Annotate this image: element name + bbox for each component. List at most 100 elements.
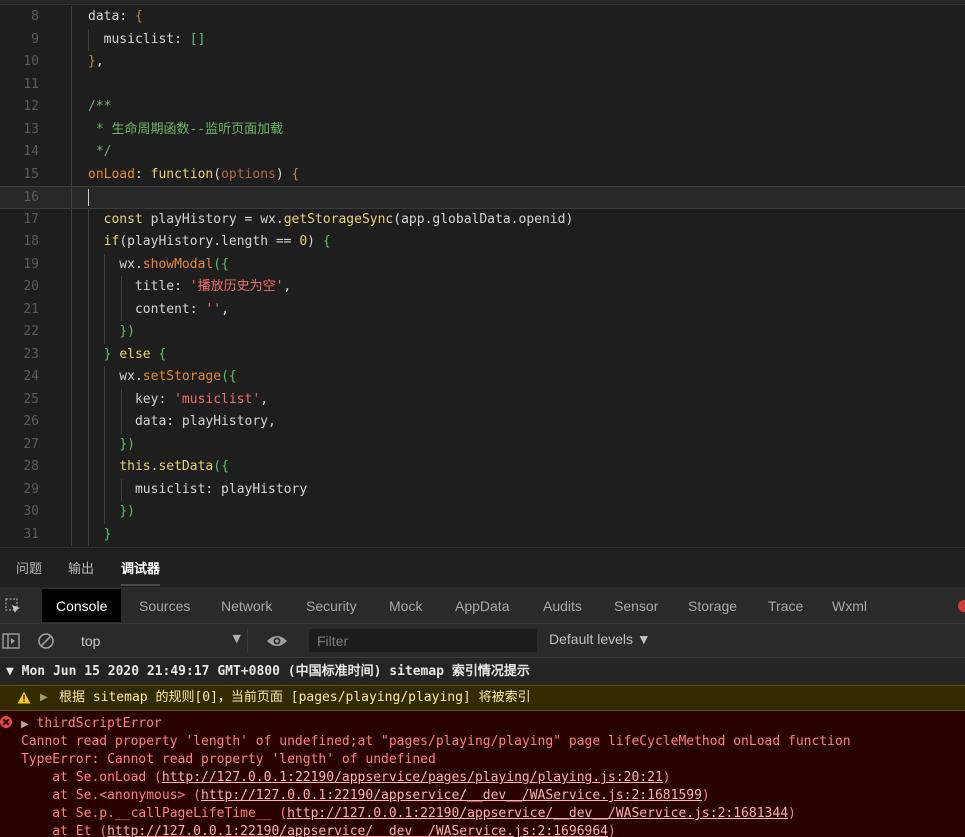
code-line[interactable]: 22 }) <box>0 321 965 344</box>
stack-frame: at Se.onLoad (http://127.0.0.1:22190/app… <box>21 769 670 787</box>
code-line[interactable]: 24 wx.setStorage({ <box>0 366 965 389</box>
code-editor[interactable]: 8 data: {9 musiclist: [] 10}, 11 12/** 13 * 生… <box>0 0 965 547</box>
expand-arrow-icon[interactable]: ▶ <box>40 686 48 710</box>
stack-frame-link[interactable]: http://127.0.0.1:22190/appservice/__dev_… <box>201 788 702 803</box>
line-number: 11 <box>23 76 39 92</box>
console-error-block[interactable]: ▶ thirdScriptError Cannot read property … <box>0 711 965 837</box>
code-line[interactable]: 14 */ <box>0 141 965 164</box>
code-token: ) <box>307 234 323 249</box>
code-token: */ <box>88 144 112 159</box>
code-line[interactable]: 9 musiclist: [] <box>0 28 965 51</box>
code-text: */ <box>88 141 112 164</box>
code-token: , <box>283 279 292 294</box>
indent-guide <box>71 208 72 231</box>
tab-security[interactable]: Security <box>292 589 371 622</box>
log-levels-dropdown[interactable]: Default levels ▼ <box>549 631 651 647</box>
code-line[interactable]: 10}, <box>0 51 965 74</box>
code-line[interactable]: 19 wx.showModal({ <box>0 253 965 276</box>
context-value: top <box>81 633 101 649</box>
expand-arrow-icon[interactable]: ▶ <box>21 719 29 730</box>
tab-debugger[interactable]: 调试器 <box>121 548 161 586</box>
code-token: }) <box>119 436 135 452</box>
code-token: [] <box>189 31 206 47</box>
tab-sensor[interactable]: Sensor <box>600 589 672 622</box>
tab-problems[interactable]: 问题 <box>16 548 42 586</box>
console-warning-row[interactable]: ▶ 根据 sitemap 的规则[0]，当前页面 [pages/playing/… <box>0 685 965 711</box>
error-title: thirdScriptError <box>36 716 162 731</box>
indent-guide <box>71 321 72 344</box>
code-line[interactable]: 30 }) <box>0 501 965 524</box>
code-token: musiclist: <box>88 31 190 47</box>
code-text: }) <box>88 321 135 344</box>
code-text: const playHistory = wx.getStorageSync(ap… <box>88 209 574 232</box>
tab-storage[interactable]: Storage <box>674 589 751 622</box>
tab-network[interactable]: Network <box>207 589 286 622</box>
line-number: 24 <box>23 369 39 384</box>
tab-trace[interactable]: Trace <box>754 589 817 622</box>
code-line[interactable]: 31 } <box>0 523 965 546</box>
stack-frame-link[interactable]: http://127.0.0.1:22190/appservice/pages/… <box>162 770 663 785</box>
code-line[interactable]: 26 data: playHistory, <box>0 411 965 434</box>
code-line[interactable]: 23 } else { <box>0 343 965 366</box>
toggle-sidebar-icon[interactable] <box>2 632 20 650</box>
tab-output[interactable]: 输出 <box>68 548 94 586</box>
tab-console[interactable]: Console <box>42 589 122 622</box>
stack-frame-link[interactable]: http://127.0.0.1:22190/appservice/__dev_… <box>107 824 608 837</box>
line-number: 16 <box>23 190 39 205</box>
code-line[interactable]: 11 <box>0 73 965 96</box>
code-line[interactable]: 17 const playHistory = wx.getStorageSync… <box>0 208 965 232</box>
code-token: ({ <box>213 256 229 272</box>
filter-input[interactable] <box>308 628 538 653</box>
tab-appdata[interactable]: AppData <box>441 589 523 622</box>
code-line[interactable]: 16 <box>0 186 965 209</box>
code-line[interactable]: 27 }) <box>0 433 965 456</box>
line-number: 8 <box>31 9 39 24</box>
code-line[interactable]: 29 musiclist: playHistory <box>0 478 965 501</box>
code-line[interactable]: 28 this.setData({ <box>0 456 965 479</box>
code-line[interactable]: 8 data: { <box>0 6 965 29</box>
code-line[interactable]: 20 title: '播放历史为空', <box>0 276 965 299</box>
code-token: } <box>88 54 96 69</box>
clear-console-icon[interactable] <box>37 632 55 650</box>
code-token: ({ <box>221 369 237 384</box>
text-cursor <box>88 189 89 206</box>
code-token: , <box>95 54 104 69</box>
code-line[interactable]: 15 onLoad: function(options) { <box>0 163 965 187</box>
tab-wxml[interactable]: Wxml <box>818 589 881 622</box>
tab-mock[interactable]: Mock <box>375 589 436 622</box>
indent-guide <box>71 6 72 29</box>
code-token: getStorageSync <box>283 211 394 227</box>
code-text: this.setData({ <box>88 456 229 479</box>
context-selector[interactable]: top ▼ <box>70 629 248 653</box>
code-text: onLoad: function(options) { <box>88 164 299 187</box>
code-text: * 生命周期函数--监听页面加载 <box>88 119 283 142</box>
tab-sources[interactable]: Sources <box>125 589 204 622</box>
live-expression-eye-icon[interactable] <box>266 633 288 649</box>
code-text: wx.setStorage({ <box>88 366 237 389</box>
error-title-row[interactable]: ▶ thirdScriptError <box>21 715 162 733</box>
code-text: if(playHistory.length == 0) { <box>88 231 331 254</box>
devtools-tab-bar: Console Sources Network Security Mock Ap… <box>0 587 965 624</box>
tab-audits[interactable]: Audits <box>529 589 596 622</box>
error-count-icon[interactable] <box>958 600 965 612</box>
console-output[interactable]: ▼ Mon Jun 15 2020 21:49:17 GMT+0800 (中国标… <box>0 658 965 837</box>
code-line[interactable]: 25 key: 'musiclist', <box>0 388 965 411</box>
code-token: { <box>291 166 300 182</box>
code-token: '播放历史为空' <box>189 279 284 294</box>
code-line[interactable]: 21 content: '', <box>0 298 965 321</box>
indent-guide <box>71 411 72 434</box>
code-line[interactable]: 12 /** <box>0 96 965 119</box>
code-token: data: <box>88 9 135 24</box>
code-token: content: <box>88 301 206 317</box>
code-line[interactable]: 18 if(playHistory.length == 0) { <box>0 231 965 254</box>
stack-frame-link[interactable]: http://127.0.0.1:22190/appservice/__dev_… <box>287 806 788 821</box>
chevron-down-icon: ▼ <box>232 632 241 645</box>
inspect-element-icon[interactable] <box>5 598 21 614</box>
code-token: { <box>158 346 167 362</box>
code-token: key: <box>88 391 175 407</box>
line-number: 10 <box>23 54 39 69</box>
console-group-header[interactable]: ▼ Mon Jun 15 2020 21:49:17 GMT+0800 (中国标… <box>0 658 965 685</box>
code-line[interactable]: 13 * 生命周期函数--监听页面加载 <box>0 118 965 142</box>
